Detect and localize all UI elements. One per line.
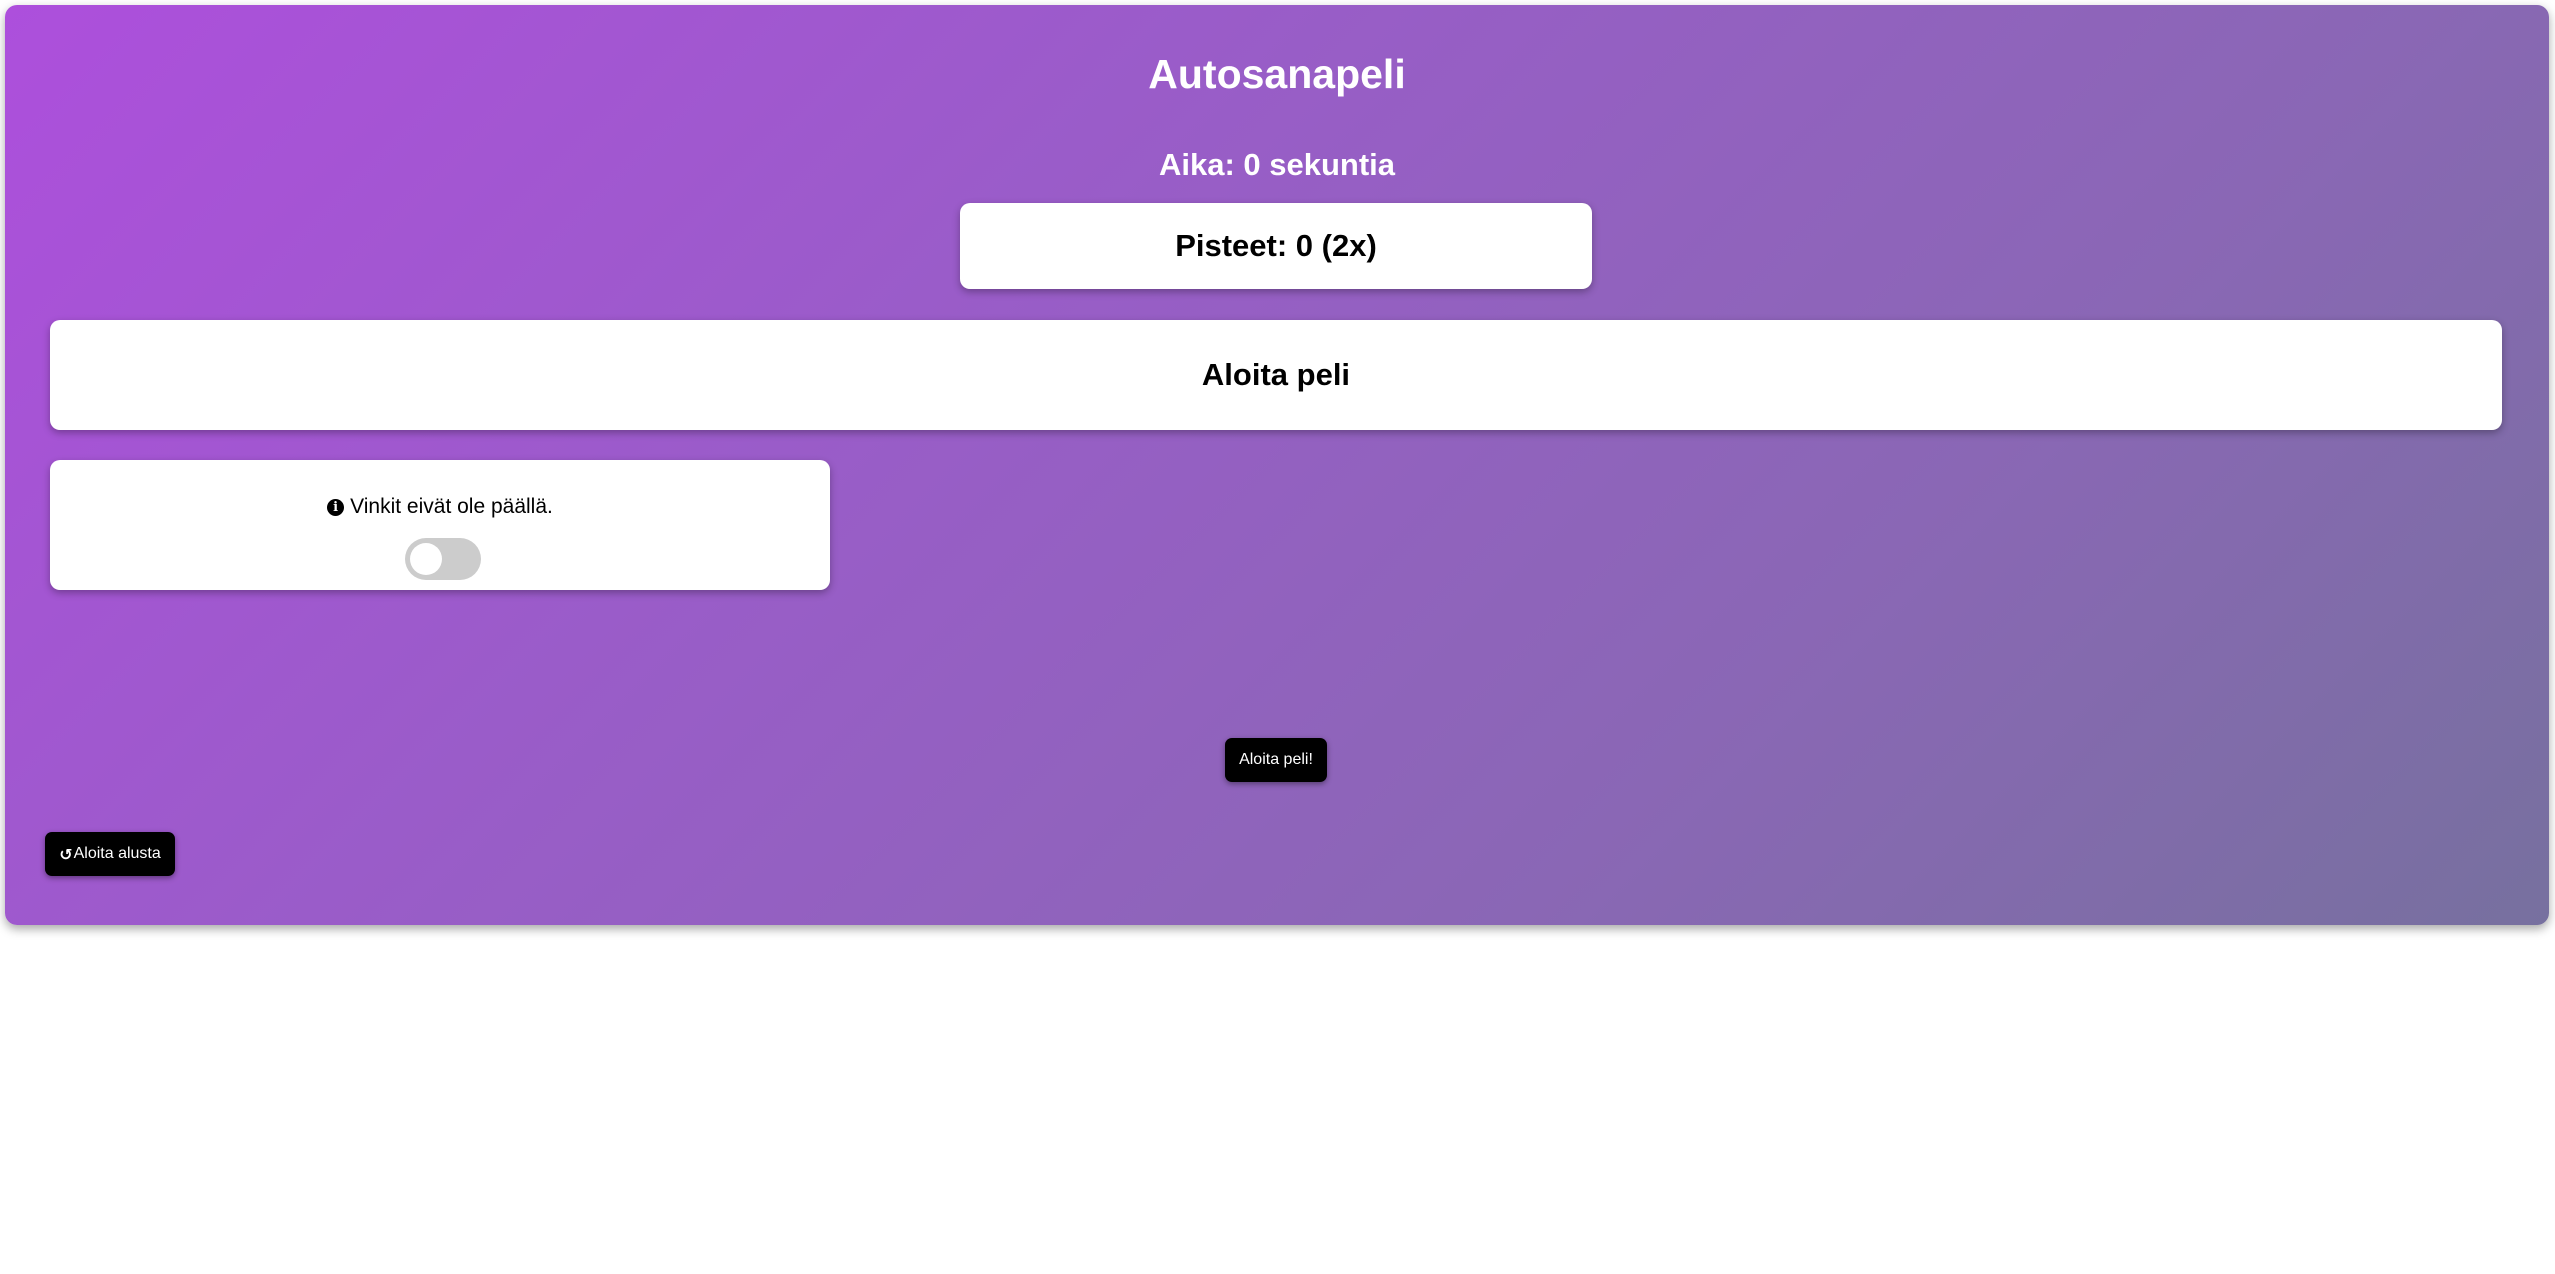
word-display-card: Aloita peli: [50, 320, 2502, 430]
hints-toggle[interactable]: [405, 538, 481, 580]
start-game-button-label: Aloita peli!: [1239, 751, 1313, 768]
hints-card: i Vinkit eivät ole päällä.: [50, 460, 830, 590]
game-panel: Autosanapeli Aika: 0 sekuntia Pisteet: 0…: [5, 5, 2549, 925]
score-card: Pisteet: 0 (2x): [960, 203, 1592, 289]
toggle-knob: [410, 543, 442, 575]
game-title: Autosanapeli: [1148, 51, 1406, 97]
hints-status: i Vinkit eivät ole päällä.: [50, 495, 830, 519]
timer-display: Aika: 0 sekuntia: [1158, 147, 1396, 182]
start-game-button[interactable]: Aloita peli!: [1225, 738, 1327, 782]
hints-status-text: Vinkit eivät ole päällä.: [350, 495, 553, 518]
restart-button[interactable]: ↺ Aloita alusta: [45, 832, 175, 876]
word-display-text: Aloita peli: [1201, 357, 1351, 392]
undo-icon: ↺: [59, 844, 73, 864]
score-text: Pisteet: 0 (2x): [1175, 228, 1377, 263]
info-circle-icon: i: [327, 498, 345, 516]
restart-button-label: Aloita alusta: [73, 845, 161, 862]
